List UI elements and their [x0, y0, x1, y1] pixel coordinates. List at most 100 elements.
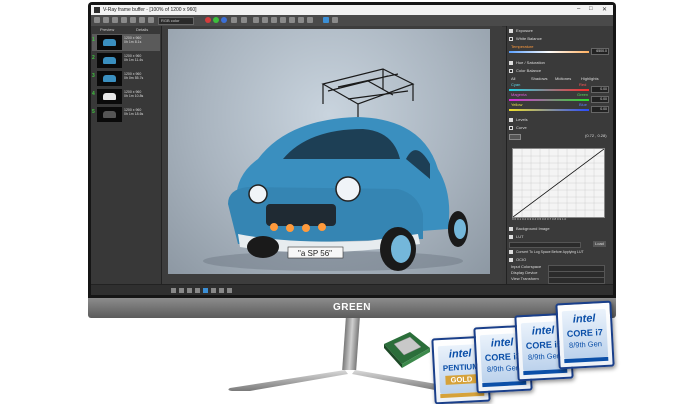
history-col-details: Details — [136, 27, 149, 32]
blue-label: Blue — [579, 102, 588, 107]
yellow-blue-slider[interactable] — [509, 109, 589, 111]
temperature-value[interactable]: 6500.0 — [591, 48, 609, 55]
lut-log-label: Convert To Log Space Before Applying LUT — [516, 250, 584, 254]
history-item-number: 2 — [92, 55, 95, 61]
cyan-label: Cyan — [511, 82, 521, 87]
load-image-icon[interactable] — [112, 17, 118, 23]
view-transform-label: View Transform — [511, 276, 539, 281]
clear-image-icon[interactable] — [121, 17, 127, 23]
stop-render-icon[interactable] — [332, 17, 338, 23]
srgb-icon[interactable] — [298, 17, 304, 23]
background-image-row[interactable]: Background Image — [509, 226, 609, 232]
monitor-stand-neck — [342, 318, 360, 370]
maximize-button[interactable]: □ — [589, 6, 593, 12]
curve-row[interactable]: Curve — [509, 125, 609, 131]
history-item[interactable]: 3 1200 x 960 0h 0m 55.7s — [92, 70, 160, 87]
pixel-info-icon[interactable] — [280, 17, 286, 23]
save-image-icon[interactable] — [94, 17, 100, 23]
hue-saturation-label: Hue / Saturation — [516, 60, 545, 65]
cpu-gen-label: GOLD — [445, 374, 478, 385]
curve-checkbox[interactable] — [509, 126, 513, 130]
exposure-row[interactable]: Exposure — [509, 28, 609, 34]
hue-saturation-row[interactable]: Hue / Saturation — [509, 60, 609, 66]
curve-axis-labels: 0.0 0.1 0.2 0.3 0.4 0.5 0.6 0.7 0.8 0.9 … — [512, 217, 567, 221]
mono-icon[interactable] — [241, 17, 247, 23]
yellow-blue-value[interactable]: 0.00 — [591, 106, 609, 113]
color-balance-row[interactable]: Color Balance — [509, 68, 609, 74]
cyan-red-slider[interactable] — [509, 89, 589, 91]
green-label: Green — [577, 92, 589, 97]
white-balance-row[interactable]: White Balance — [509, 36, 609, 42]
status-icon[interactable] — [187, 288, 192, 293]
lut-checkbox[interactable] — [509, 235, 513, 239]
history-item-details: 1200 x 960 0h 1m 8.1s — [124, 36, 142, 44]
save-all-icon[interactable] — [103, 17, 109, 23]
history-col-preview: Preview — [100, 27, 115, 32]
status-icon[interactable] — [203, 288, 208, 293]
history-item-number: 1 — [92, 37, 95, 43]
processor-chip — [384, 332, 430, 368]
status-icon[interactable] — [211, 288, 216, 293]
curve-label: Curve — [516, 125, 527, 130]
ocio-row[interactable]: OCIO — [509, 257, 609, 263]
duplicate-icon[interactable] — [130, 17, 136, 23]
clamp-icon[interactable] — [307, 17, 313, 23]
history-item-details: 1200 x 960 0h 1m 18.6s — [124, 108, 144, 116]
lut-label: LUT — [516, 234, 524, 239]
lut-icon[interactable] — [289, 17, 295, 23]
magenta-label: Magenta — [511, 92, 527, 97]
lens-effects-icon[interactable] — [271, 17, 277, 23]
close-button[interactable]: ✕ — [602, 6, 607, 13]
history-item[interactable]: 5 1200 x 960 0h 1m 18.6s — [92, 106, 160, 123]
blue-channel-icon[interactable] — [221, 17, 227, 23]
history-thumbnail — [97, 107, 122, 122]
color-balance-checkbox[interactable] — [509, 69, 513, 73]
exposure-label: Exposure — [516, 28, 533, 33]
lut-log-checkbox[interactable] — [509, 250, 513, 254]
white-balance-label: White Balance — [516, 36, 542, 41]
channel-select[interactable]: RGB color — [158, 17, 194, 25]
hue-saturation-checkbox[interactable] — [509, 61, 513, 65]
history-item[interactable]: 4 1200 x 960 0h 1m 10.8s — [92, 88, 160, 105]
yellow-label: Yellow — [511, 102, 523, 107]
render-icon[interactable] — [323, 17, 329, 23]
status-icon[interactable] — [195, 288, 200, 293]
lut-log-row[interactable]: Convert To Log Space Before Applying LUT — [509, 249, 609, 255]
minimize-button[interactable]: – — [577, 6, 580, 12]
history-item-number: 4 — [92, 91, 95, 97]
temperature-slider[interactable] — [509, 51, 589, 53]
lut-file-row: Load — [509, 241, 609, 248]
car-render: "a SP 56" — [203, 68, 468, 271]
red-channel-icon[interactable] — [205, 17, 211, 23]
status-icon[interactable] — [227, 288, 232, 293]
alpha-channel-icon[interactable] — [231, 17, 237, 23]
history-thumbnail — [97, 71, 122, 86]
levels-checkbox[interactable] — [509, 118, 513, 122]
lut-row[interactable]: LUT — [509, 234, 609, 240]
status-icon[interactable] — [179, 288, 184, 293]
lut-load-button[interactable]: Load — [593, 241, 606, 247]
intel-core-i7-box: intel CORE i7 8/9th Gen — [555, 300, 615, 370]
track-mouse-icon[interactable] — [262, 17, 268, 23]
history-item[interactable]: 1 1200 x 960 0h 1m 8.1s — [92, 34, 160, 51]
license-plate-text: "a SP 56" — [298, 249, 332, 258]
curve-graph[interactable] — [512, 148, 605, 218]
status-icon[interactable] — [219, 288, 224, 293]
white-balance-checkbox[interactable] — [509, 37, 513, 41]
history-item[interactable]: 2 1200 x 960 0h 1m 11.4s — [92, 52, 160, 69]
red-label: Red — [579, 82, 587, 87]
rendered-image: "a SP 56" — [168, 29, 490, 274]
compare-icon[interactable] — [148, 17, 154, 23]
curve-load-button[interactable] — [509, 134, 521, 140]
status-icon[interactable] — [171, 288, 176, 293]
green-channel-icon[interactable] — [213, 17, 219, 23]
region-render-icon[interactable] — [253, 17, 259, 23]
lut-file-field[interactable] — [509, 242, 581, 248]
background-image-checkbox[interactable] — [509, 227, 513, 231]
ocio-checkbox[interactable] — [509, 258, 513, 262]
magenta-green-slider[interactable] — [509, 99, 589, 101]
exposure-checkbox[interactable] — [509, 29, 513, 33]
history-header: Preview Details — [92, 27, 160, 33]
levels-row[interactable]: Levels — [509, 117, 609, 123]
history-icon[interactable] — [139, 17, 145, 23]
